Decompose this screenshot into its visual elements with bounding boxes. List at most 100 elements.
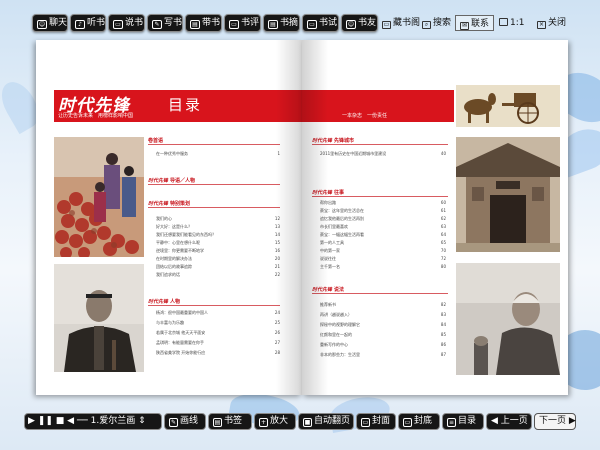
bookshelf-link[interactable]: ▭ 藏书阁 (382, 15, 420, 31)
pencil-icon: ✎ (169, 418, 178, 427)
ratio-button[interactable]: 1:1 (499, 15, 524, 31)
toc-page-number: 85 (440, 332, 446, 337)
toc-title: 目录 (168, 96, 203, 114)
toc-page-number: 82 (440, 302, 446, 307)
section-divider (312, 293, 448, 294)
toc-section-heading[interactable]: 时代先锋 人物 (148, 298, 180, 305)
scholar-portrait-photo (54, 264, 144, 372)
zoom-button[interactable]: + 放大 (254, 413, 296, 430)
toc-item[interactable]: 我们还想要我们能看见的东西吗？ (156, 232, 216, 238)
friends-icon: ☺ (346, 20, 356, 29)
toc-item[interactable]: 陕西省美学院 开始你能行应 (156, 350, 205, 356)
draw-button[interactable]: ✎ 画线 (164, 413, 206, 430)
cover-button[interactable]: ▭ 封面 (356, 413, 396, 430)
toc-item[interactable]: 孟琪明：有能量需要在你手 (156, 340, 204, 346)
close-button[interactable]: × 关闭 (537, 15, 566, 31)
bookmark-icon: ▤ (213, 418, 222, 427)
page-gutter-shadow (276, 40, 302, 395)
book-icon: ▤ (190, 20, 200, 29)
toc-section-heading[interactable]: 卷首语 (148, 137, 163, 144)
review-button[interactable]: ▭ 书评 (224, 14, 261, 32)
autoflip-icon: ■ (303, 418, 312, 427)
contents-icon: ≡ (447, 418, 456, 427)
write-button[interactable]: ✎ 写书 (147, 14, 183, 32)
carry-button[interactable]: ▤ 带书 (185, 14, 222, 32)
comment-icon: ▭ (229, 20, 239, 29)
right-slogan: 一本杂志 一份责任 (342, 113, 388, 119)
toc-page-number: 61 (440, 208, 446, 213)
left-page[interactable]: 时代先锋 让历史告诉未来 用榜样影响中国 目录 卷首语 在一种优秀中服务 时代先… (36, 40, 302, 395)
magazine-book: 时代先锋 让历史告诉未来 用榜样影响中国 目录 卷首语 在一种优秀中服务 时代先… (36, 40, 568, 397)
bookshelf-icon: ▭ (382, 21, 391, 29)
section-divider (148, 184, 280, 185)
section-logo: 时代先锋 (148, 178, 169, 184)
right-page[interactable]: 一本杂志 一份责任 先锋城市 2011里有历史在中国近期城市里建设 40 往事 … (302, 40, 568, 395)
autoflip-button[interactable]: ■ 自动翻页 (298, 413, 354, 430)
elderly-man-photo (456, 263, 560, 375)
play-icon[interactable]: ▶ (28, 416, 35, 426)
toc-item[interactable]: 若属于北京城 他天天平面安 (156, 330, 205, 336)
toc-page-number: 72 (440, 256, 446, 261)
pause-icon[interactable]: ❚❚ (38, 416, 53, 426)
page-gutter-shadow (302, 40, 328, 395)
audio-player: ▶ ❚❚ ■ ◀ ── 1.爱尔兰画 ⇕ (24, 413, 162, 430)
friends-button[interactable]: ☺ 书友 (341, 14, 378, 32)
magnifier-icon: + (259, 418, 268, 427)
back-cover-button[interactable]: ▭ 封底 (398, 413, 440, 430)
headphone-icon: ♪ (75, 20, 85, 29)
search-icon: ⌕ (422, 21, 431, 29)
stop-icon[interactable]: ■ (56, 416, 65, 426)
toc-item[interactable]: 团结以后的故事追踪 (156, 264, 192, 270)
speech-icon: ▭ (113, 20, 123, 29)
quiz-icon: ▭ (307, 20, 317, 29)
volume-slider[interactable]: ── (77, 416, 88, 426)
mail-icon: ✉ (460, 22, 469, 30)
volume-icon[interactable]: ◀ (67, 416, 74, 426)
toc-page-number: 64 (440, 232, 446, 237)
tell-button[interactable]: ▭ 说书 (108, 14, 145, 32)
toc-item[interactable]: 在时期里的解决办法 (156, 256, 192, 262)
summary-button[interactable]: ▤ 书摘 (263, 14, 300, 32)
right-arrow-icon: ▶ (568, 416, 576, 426)
toc-page-number: 87 (440, 352, 446, 357)
toc-item[interactable]: 与丰富与为乐趣 (156, 320, 184, 326)
toc-item[interactable]: 好大好：这是什么？ (156, 224, 192, 230)
listen-button[interactable]: ♪ 听书 (70, 14, 106, 32)
section-logo: 时代先锋 (148, 201, 169, 207)
contents-button[interactable]: ≡ 目录 (442, 413, 484, 430)
toc-section-heading[interactable]: 时代先锋 特别策划 (148, 200, 190, 207)
toc-item[interactable]: 我们的心 (156, 216, 172, 222)
toc-item[interactable]: 2011里有历史在中国近期城市里建设 (320, 151, 386, 157)
toc-item[interactable]: 在一种优秀中服务 (156, 151, 188, 157)
toc-page-number: 60 (440, 200, 446, 205)
toc-page-number: 80 (440, 264, 446, 269)
chat-button[interactable]: ☺ 聊天 (32, 14, 68, 32)
bookmark-button[interactable]: ▤ 书签 (208, 413, 252, 430)
ancient-chariot-image (456, 85, 560, 127)
bottom-toolbar: ▶ ❚❚ ■ ◀ ── 1.爱尔兰画 ⇕ ✎ 画线 ▤ 书签 + 放大 ■ 自动翻页 ▭… (0, 413, 600, 433)
contact-link[interactable]: ✉ 联系 (455, 15, 495, 31)
close-icon: × (537, 21, 546, 29)
toc-section-heading[interactable]: 时代先锋 导语／人物 (148, 177, 195, 184)
toc-item[interactable]: 平静中：心里在想什么呢 (156, 240, 200, 246)
toc-page-number: 40 (440, 151, 446, 156)
toc-page-number: 63 (440, 224, 446, 229)
apple-farmers-photo (54, 137, 144, 257)
toc-page-number: 83 (440, 312, 446, 317)
toc-item[interactable]: 我们追求的话 (156, 272, 180, 278)
section-divider (312, 196, 448, 197)
toc-page-number: 84 (440, 322, 446, 327)
toc-page-number: 65 (440, 240, 446, 245)
next-page-button[interactable]: 下一页 ▶ (534, 413, 576, 430)
test-button[interactable]: ▭ 书试 (302, 14, 339, 32)
toc-item[interactable]: 杨鸿：很中国最重要的中国人 (156, 310, 208, 316)
top-toolbar: ☺ 聊天 ♪ 听书 ▭ 说书 ✎ 写书 ▤ 带书 ▭ 书评 ▤ 书摘 ▭ 书试 ☺ 书友 ▭ 藏书阁… (0, 14, 600, 38)
section-divider (148, 144, 280, 145)
prev-page-button[interactable]: ◀ 上一页 (486, 413, 532, 430)
magazine-slogan: 让历史告诉未来 用榜样影响中国 (58, 113, 134, 119)
track-dropdown-icon[interactable]: ⇕ (138, 416, 146, 426)
toc-item[interactable]: 逆境里：你更需要不断地学 (156, 248, 204, 254)
ancient-gate-photo (456, 137, 560, 252)
chat-icon: ☺ (37, 20, 47, 29)
search-link[interactable]: ⌕ 搜索 (422, 15, 451, 31)
